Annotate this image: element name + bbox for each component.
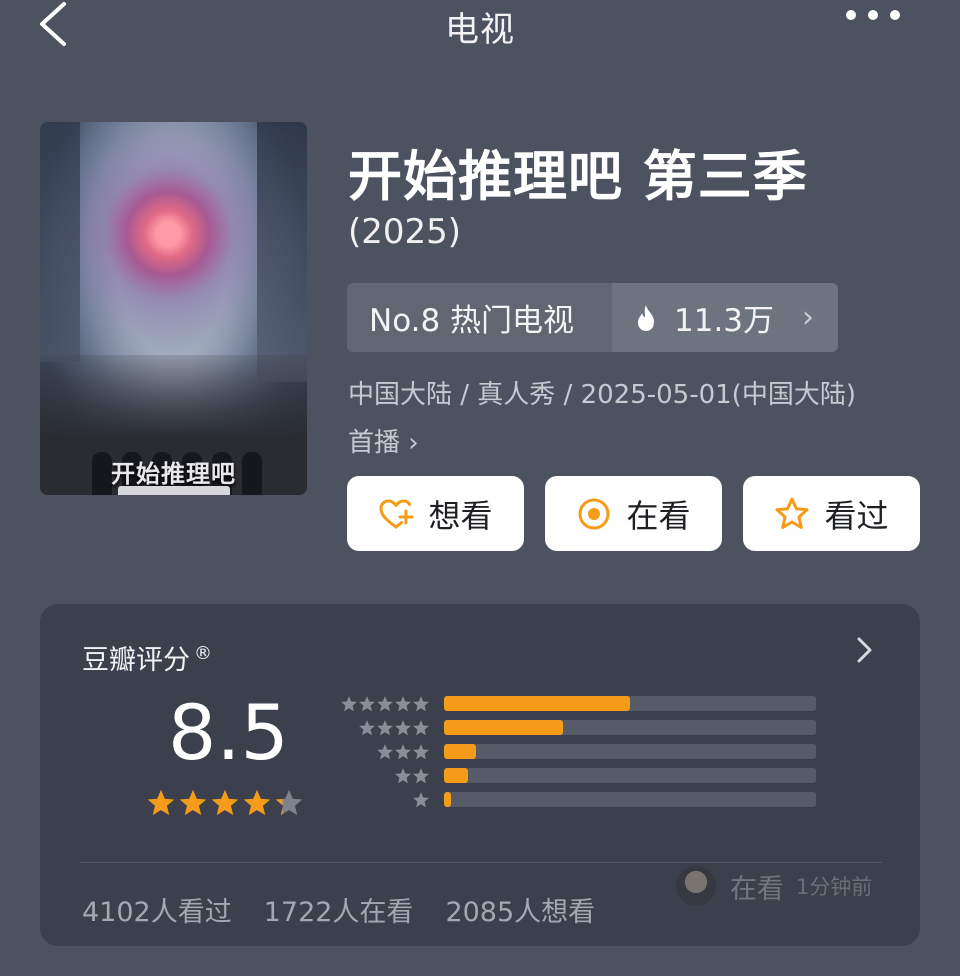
histogram-bar-track — [444, 744, 816, 759]
histogram-bar-5 — [444, 696, 630, 711]
chevron-right-icon[interactable] — [854, 634, 874, 666]
show-title: 开始推理吧 第三季 — [348, 145, 808, 208]
show-meta-more[interactable]: 首播 › — [348, 422, 419, 459]
small-star-icon — [413, 768, 429, 784]
douban-rating-card[interactable]: 豆瓣评分 ® 8.5 4102人看过 1722人在看 2085人想看 在看 1分钟… — [40, 604, 920, 946]
divider — [80, 862, 882, 863]
histogram-bar-3 — [444, 744, 476, 759]
recent-activity: 在看 1分钟前 — [676, 866, 872, 906]
rank-heat-pill[interactable]: No.8 热门电视 11.3万 › — [347, 283, 838, 352]
small-star-icon — [413, 792, 429, 808]
histogram-row-4 — [336, 719, 816, 737]
rating-star-icon — [211, 789, 239, 816]
rating-stars — [146, 788, 304, 818]
watched-count: 4102人看过 — [82, 897, 232, 928]
watching-count: 1722人在看 — [263, 897, 414, 928]
small-star-icon — [395, 696, 411, 712]
small-star-icon — [413, 696, 429, 712]
histogram-row-2 — [336, 767, 816, 785]
small-star-icon — [359, 696, 375, 712]
watching-button[interactable]: 在看 — [545, 476, 722, 551]
heart-plus-icon — [379, 499, 414, 528]
heat-section[interactable]: 11.3万 › — [612, 283, 838, 352]
small-star-icon — [359, 720, 375, 736]
watched-button[interactable]: 看过 — [743, 476, 920, 551]
histogram-bar-1 — [444, 792, 452, 807]
small-star-icon — [413, 720, 429, 736]
small-star-icon — [377, 720, 393, 736]
avatar — [676, 866, 716, 906]
audience-counts: 4102人看过 1722人在看 2085人想看 — [82, 890, 595, 929]
want-to-watch-button[interactable]: 想看 — [347, 476, 524, 551]
chevron-right-icon: › — [802, 300, 815, 335]
flame-icon — [638, 304, 654, 331]
show-poster[interactable]: 开始推理吧 — [40, 122, 307, 495]
page-title: 电视 — [445, 10, 515, 50]
target-circle-icon — [578, 498, 610, 529]
histogram-bar-4 — [444, 720, 564, 735]
activity-status: 在看 — [730, 873, 784, 905]
watching-label: 在看 — [626, 496, 691, 535]
histogram-bar-2 — [444, 768, 469, 783]
show-meta: 中国大陆 / 真人秀 / 2025-05-01(中国大陆) — [348, 380, 856, 410]
registered-mark: ® — [194, 643, 212, 664]
more-options-button[interactable] — [846, 10, 906, 30]
heat-value: 11.3万 — [674, 303, 775, 339]
small-star-icon — [377, 696, 393, 712]
histogram-row-3 — [336, 743, 816, 761]
top-nav-bar: 电视 — [0, 0, 960, 50]
histogram-bar-track — [444, 792, 816, 807]
small-star-icon — [395, 768, 411, 784]
rating-star-icon — [243, 789, 271, 816]
watched-label: 看过 — [824, 496, 889, 535]
activity-time: 1分钟前 — [796, 875, 873, 899]
small-star-icon — [341, 696, 357, 712]
want-to-watch-label: 想看 — [428, 496, 493, 535]
small-star-icon — [377, 744, 393, 760]
histogram-bar-track — [444, 768, 816, 783]
rating-score: 8.5 — [168, 688, 289, 777]
rating-star-icon — [179, 789, 207, 816]
histogram-bar-track — [444, 720, 816, 735]
histogram-bar-track — [444, 696, 816, 711]
rating-label: 豆瓣评分 ® — [82, 643, 212, 676]
more-horizontal-icon — [846, 10, 856, 20]
want-count: 2085人想看 — [445, 897, 596, 928]
poster-title-text: 开始推理吧 — [111, 460, 236, 488]
rating-star-icon — [147, 789, 175, 816]
histogram-row-1 — [336, 791, 816, 809]
small-star-icon — [395, 744, 411, 760]
rank-label[interactable]: No.8 热门电视 — [347, 283, 612, 352]
star-outline-icon — [775, 497, 809, 529]
rating-star-icon — [275, 789, 303, 816]
show-year: (2025) — [348, 212, 462, 252]
small-star-icon — [395, 720, 411, 736]
small-star-icon — [413, 744, 429, 760]
histogram-row-5 — [336, 695, 816, 713]
